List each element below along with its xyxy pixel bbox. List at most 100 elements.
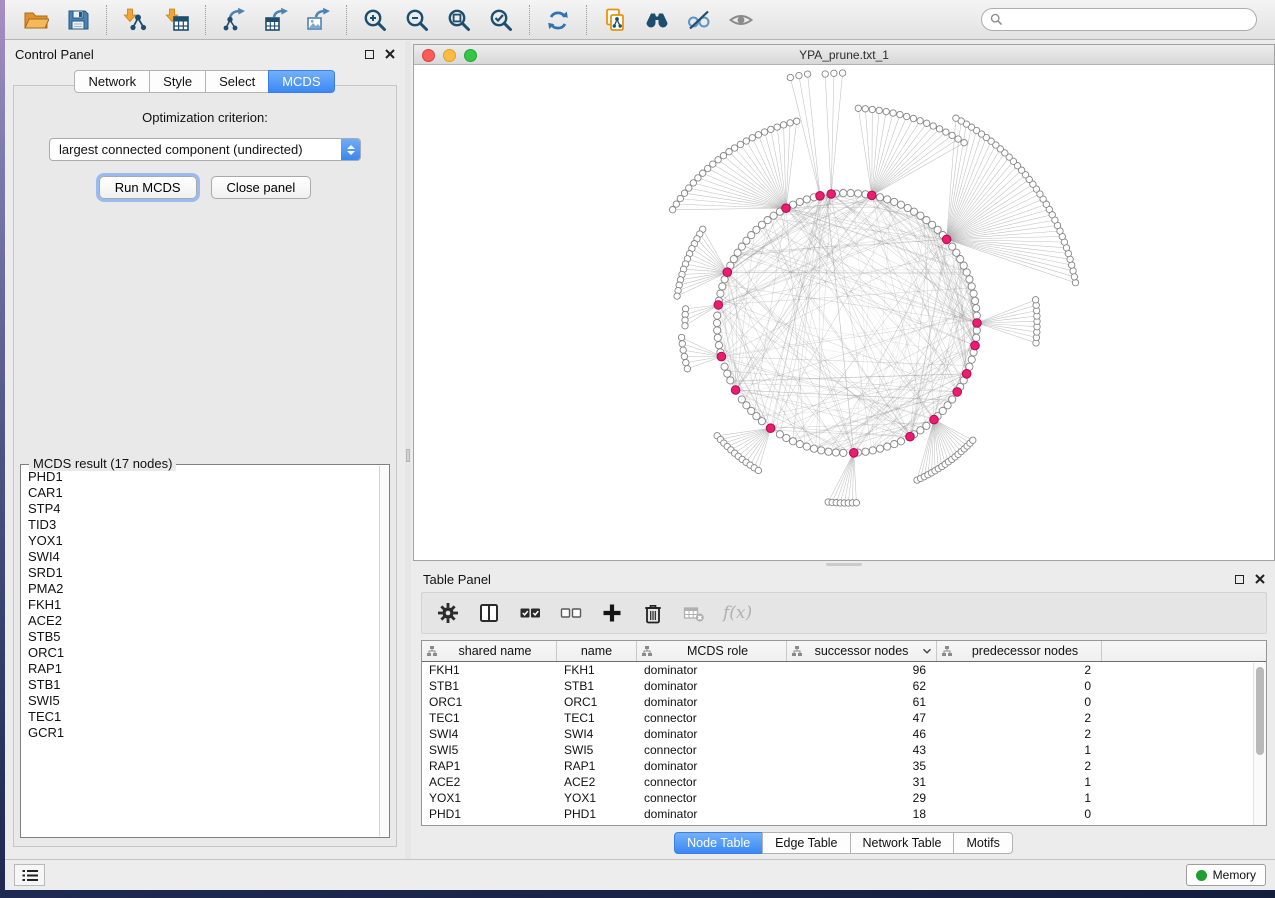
- network-hub-node[interactable]: [850, 449, 859, 458]
- mcds-result-item[interactable]: ACE2: [21, 613, 378, 629]
- network-hub-node[interactable]: [942, 235, 951, 244]
- close-window-icon[interactable]: [422, 49, 435, 62]
- network-node[interactable]: [669, 207, 675, 213]
- tab-select[interactable]: Select: [205, 70, 269, 93]
- network-node[interactable]: [758, 418, 765, 425]
- network-node[interactable]: [876, 107, 882, 113]
- network-node[interactable]: [890, 110, 896, 116]
- network-node[interactable]: [737, 141, 743, 147]
- network-hub-node[interactable]: [714, 301, 723, 310]
- mcds-result-item[interactable]: TID3: [21, 517, 378, 533]
- network-node[interactable]: [714, 327, 721, 334]
- network-node[interactable]: [681, 353, 687, 359]
- mcds-result-item[interactable]: TEC1: [21, 709, 378, 725]
- network-node[interactable]: [953, 115, 959, 121]
- network-node[interactable]: [972, 297, 979, 304]
- network-node[interactable]: [973, 334, 980, 341]
- network-node[interactable]: [794, 118, 800, 124]
- network-node[interactable]: [911, 208, 918, 215]
- close-panel-icon[interactable]: [385, 49, 395, 59]
- network-hub-node[interactable]: [731, 386, 740, 395]
- network-node[interactable]: [949, 396, 956, 403]
- network-hub-node[interactable]: [962, 370, 971, 379]
- zoom-selected-button[interactable]: [485, 4, 517, 36]
- tab-network[interactable]: Network: [74, 70, 150, 93]
- network-node[interactable]: [960, 262, 967, 269]
- network-hub-node[interactable]: [766, 424, 775, 433]
- zoom-fit-button[interactable]: [443, 4, 475, 36]
- float-panel-icon[interactable]: [1235, 575, 1244, 584]
- network-node[interactable]: [917, 212, 924, 219]
- network-node[interactable]: [949, 243, 956, 250]
- network-node[interactable]: [810, 445, 817, 452]
- mcds-result-item[interactable]: YOX1: [21, 533, 378, 549]
- network-node[interactable]: [855, 105, 861, 111]
- table-row[interactable]: TEC1TEC1connector472: [422, 710, 1266, 726]
- network-hub-node[interactable]: [868, 191, 877, 200]
- network-node[interactable]: [720, 153, 726, 159]
- network-node[interactable]: [719, 283, 726, 290]
- maximize-window-icon[interactable]: [464, 49, 477, 62]
- network-node[interactable]: [679, 341, 685, 347]
- column-header-MCDS-role[interactable]: MCDS role: [637, 641, 787, 661]
- network-node[interactable]: [724, 370, 731, 377]
- memory-button[interactable]: Memory: [1186, 864, 1266, 886]
- network-node[interactable]: [949, 132, 955, 138]
- network-node[interactable]: [1072, 280, 1078, 286]
- network-node[interactable]: [1071, 274, 1077, 280]
- delete-row-button[interactable]: [641, 601, 665, 625]
- network-node[interactable]: [884, 443, 891, 450]
- network-node[interactable]: [961, 140, 967, 146]
- network-node[interactable]: [755, 467, 761, 473]
- network-node[interactable]: [876, 445, 883, 452]
- network-node[interactable]: [924, 120, 930, 126]
- hide-selection-button[interactable]: [683, 4, 715, 36]
- network-node[interactable]: [803, 196, 810, 203]
- mcds-result-item[interactable]: SRD1: [21, 565, 378, 581]
- show-columns-button[interactable]: [477, 601, 501, 625]
- network-node[interactable]: [891, 198, 898, 205]
- network-node[interactable]: [883, 108, 889, 114]
- network-node[interactable]: [768, 126, 774, 132]
- mcds-result-item[interactable]: STB5: [21, 629, 378, 645]
- network-node[interactable]: [787, 120, 793, 126]
- open-file-button[interactable]: [20, 4, 52, 36]
- mcds-result-item[interactable]: PHD1: [21, 469, 378, 485]
- mcds-result-item[interactable]: SWI5: [21, 693, 378, 709]
- search-input[interactable]: [1008, 13, 1248, 27]
- network-node[interactable]: [897, 201, 904, 208]
- network-node[interactable]: [673, 201, 679, 207]
- network-node[interactable]: [715, 157, 721, 163]
- table-row[interactable]: PHD1PHD1dominator180: [422, 806, 1266, 822]
- table-row[interactable]: YOX1YOX1connector291: [422, 790, 1266, 806]
- network-hub-node[interactable]: [953, 388, 962, 397]
- network-node[interactable]: [721, 363, 728, 370]
- network-node[interactable]: [904, 204, 911, 211]
- mcds-result-item[interactable]: GCR1: [21, 725, 378, 741]
- network-hub-node[interactable]: [930, 415, 939, 424]
- export-table-button[interactable]: [260, 4, 292, 36]
- network-node[interactable]: [970, 437, 976, 443]
- network-hub-node[interactable]: [816, 192, 825, 201]
- network-node[interactable]: [840, 190, 847, 197]
- network-node[interactable]: [897, 111, 903, 117]
- network-hub-node[interactable]: [723, 268, 732, 277]
- network-node[interactable]: [966, 276, 973, 283]
- mcds-result-item[interactable]: ORC1: [21, 645, 378, 661]
- network-node[interactable]: [930, 123, 936, 129]
- network-node[interactable]: [973, 305, 980, 312]
- mcds-result-item[interactable]: PMA2: [21, 581, 378, 597]
- network-node[interactable]: [839, 70, 845, 76]
- export-network-button[interactable]: [218, 4, 250, 36]
- network-node[interactable]: [787, 74, 793, 80]
- network-node[interactable]: [743, 138, 749, 144]
- network-node[interactable]: [731, 145, 737, 151]
- float-panel-icon[interactable]: [365, 50, 374, 59]
- network-canvas[interactable]: [414, 66, 1274, 560]
- table-row[interactable]: ORC1ORC1dominator610: [422, 694, 1266, 710]
- network-node[interactable]: [862, 448, 869, 455]
- network-node[interactable]: [714, 312, 721, 319]
- task-history-button[interactable]: [14, 864, 45, 886]
- network-node[interactable]: [755, 132, 761, 138]
- network-node[interactable]: [796, 198, 803, 205]
